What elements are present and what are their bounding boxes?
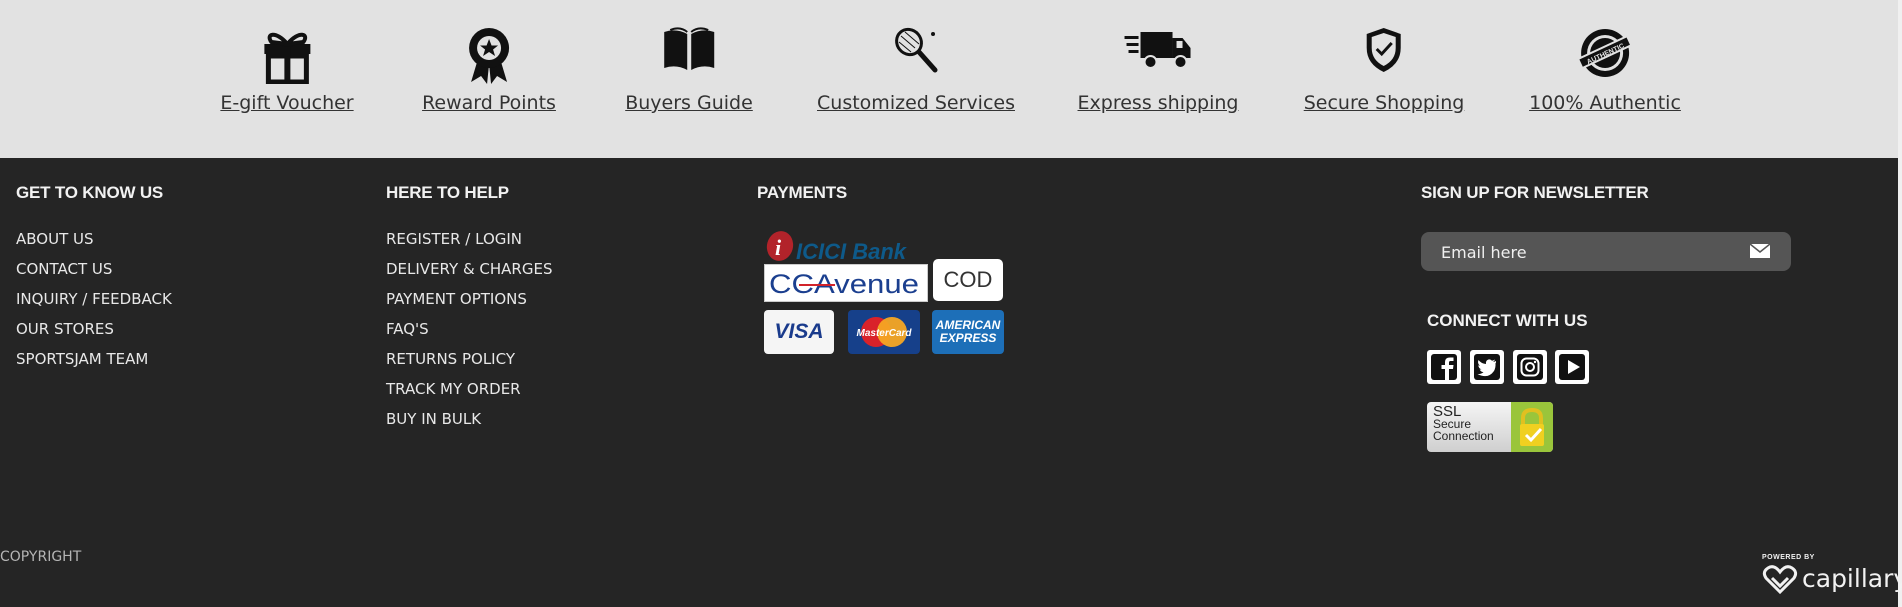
- mastercard-logo: MasterCard: [848, 310, 920, 354]
- cod-text: COD: [943, 267, 993, 292]
- connect-heading: CONNECT WITH US: [1427, 311, 1588, 330]
- ccavenue-text: CCAvenue: [769, 269, 919, 299]
- newsletter-email-input[interactable]: [1439, 240, 1743, 264]
- feature-label[interactable]: Reward Points: [422, 92, 556, 114]
- feature-reward-points[interactable]: Reward Points: [422, 26, 556, 114]
- visa-text: VISA: [774, 320, 824, 343]
- ssl-secure-badge: SSL Secure Connection: [1427, 402, 1553, 452]
- footer-col-newsletter: SIGN UP FOR NEWSLETTER: [1421, 183, 1649, 229]
- icici-bank-logo: i ICICI Bank: [764, 229, 932, 268]
- envelope-icon[interactable]: [1749, 243, 1771, 259]
- feature-label[interactable]: Express shipping: [1078, 92, 1239, 114]
- facebook-icon[interactable]: [1427, 350, 1461, 384]
- footer-col-payments: PAYMENTS: [757, 183, 847, 229]
- feature-label[interactable]: 100% Authentic: [1529, 92, 1681, 114]
- svg-text:i: i: [775, 235, 782, 260]
- truck-icon: [1078, 26, 1239, 86]
- footer-link-sportsjam-team[interactable]: SPORTSJAM TEAM: [16, 349, 172, 379]
- shield-check-icon: [1304, 26, 1465, 86]
- footer-col-here-to-help: HERE TO HELP REGISTER / LOGIN DELIVERY &…: [386, 183, 552, 439]
- powered-by-capillary: POWERED BY capillary: [1762, 554, 1902, 594]
- feature-secure-shopping[interactable]: Secure Shopping: [1304, 26, 1465, 114]
- feature-label[interactable]: Secure Shopping: [1304, 92, 1465, 114]
- twitter-icon[interactable]: [1470, 350, 1504, 384]
- footer-heading: GET TO KNOW US: [16, 183, 164, 202]
- racket-icon: [817, 26, 1015, 86]
- capillary-logo-icon: [1762, 565, 1798, 594]
- footer-link-delivery-charges[interactable]: DELIVERY & CHARGES: [386, 259, 552, 289]
- feature-label[interactable]: Customized Services: [817, 92, 1015, 114]
- footer-link-contact-us[interactable]: CONTACT US: [16, 259, 172, 289]
- icici-text: ICICI Bank: [796, 239, 908, 263]
- amex-logo: AMERICAN EXPRESS: [932, 310, 1004, 354]
- padlock-icon: [1511, 402, 1553, 452]
- svg-text:MasterCard: MasterCard: [856, 328, 912, 339]
- footer-heading: SIGN UP FOR NEWSLETTER: [1421, 183, 1649, 202]
- feature-label[interactable]: E-gift Voucher: [220, 92, 353, 114]
- feature-express-shipping[interactable]: Express shipping: [1078, 26, 1239, 114]
- open-book-icon: [625, 26, 753, 86]
- footer-link-returns-policy[interactable]: RETURNS POLICY: [386, 349, 552, 379]
- feature-e-gift-voucher[interactable]: E-gift Voucher: [220, 26, 354, 114]
- footer-col-get-to-know: GET TO KNOW US ABOUT US CONTACT US INQUI…: [16, 183, 172, 379]
- footer-heading: PAYMENTS: [757, 183, 848, 202]
- footer-link-faqs[interactable]: FAQ'S: [386, 319, 552, 349]
- visa-logo: VISA: [764, 310, 834, 354]
- copyright-text: COPYRIGHT: [0, 549, 82, 565]
- youtube-icon[interactable]: [1555, 350, 1589, 384]
- footer-heading: HERE TO HELP: [386, 183, 509, 202]
- footer-link-buy-in-bulk[interactable]: BUY IN BULK: [386, 409, 552, 439]
- cod-badge: COD: [933, 259, 1003, 301]
- feature-100-authentic[interactable]: AUTHENTIC 100% Authentic: [1529, 26, 1681, 114]
- feature-buyers-guide[interactable]: Buyers Guide: [625, 26, 753, 114]
- features-bar: E-gift Voucher Reward Points Buyers Guid…: [0, 0, 1902, 158]
- feature-label[interactable]: Buyers Guide: [625, 92, 753, 114]
- footer-link-register-login[interactable]: REGISTER / LOGIN: [386, 229, 552, 259]
- newsletter-form: [1421, 232, 1791, 271]
- feature-customized-services[interactable]: Customized Services: [817, 26, 1015, 114]
- footer-link-inquiry-feedback[interactable]: INQUIRY / FEEDBACK: [16, 289, 172, 319]
- gift-icon: [220, 26, 353, 86]
- page-edge: [1898, 0, 1902, 607]
- footer-link-track-my-order[interactable]: TRACK MY ORDER: [386, 379, 552, 409]
- instagram-icon[interactable]: [1513, 350, 1547, 384]
- footer-link-our-stores[interactable]: OUR STORES: [16, 319, 172, 349]
- ccavenue-logo: CCAvenue: [764, 264, 928, 302]
- authentic-seal-icon: AUTHENTIC: [1529, 26, 1681, 86]
- award-badge-icon: [422, 26, 556, 86]
- footer-link-about-us[interactable]: ABOUT US: [16, 229, 172, 259]
- footer-link-payment-options[interactable]: PAYMENT OPTIONS: [386, 289, 552, 319]
